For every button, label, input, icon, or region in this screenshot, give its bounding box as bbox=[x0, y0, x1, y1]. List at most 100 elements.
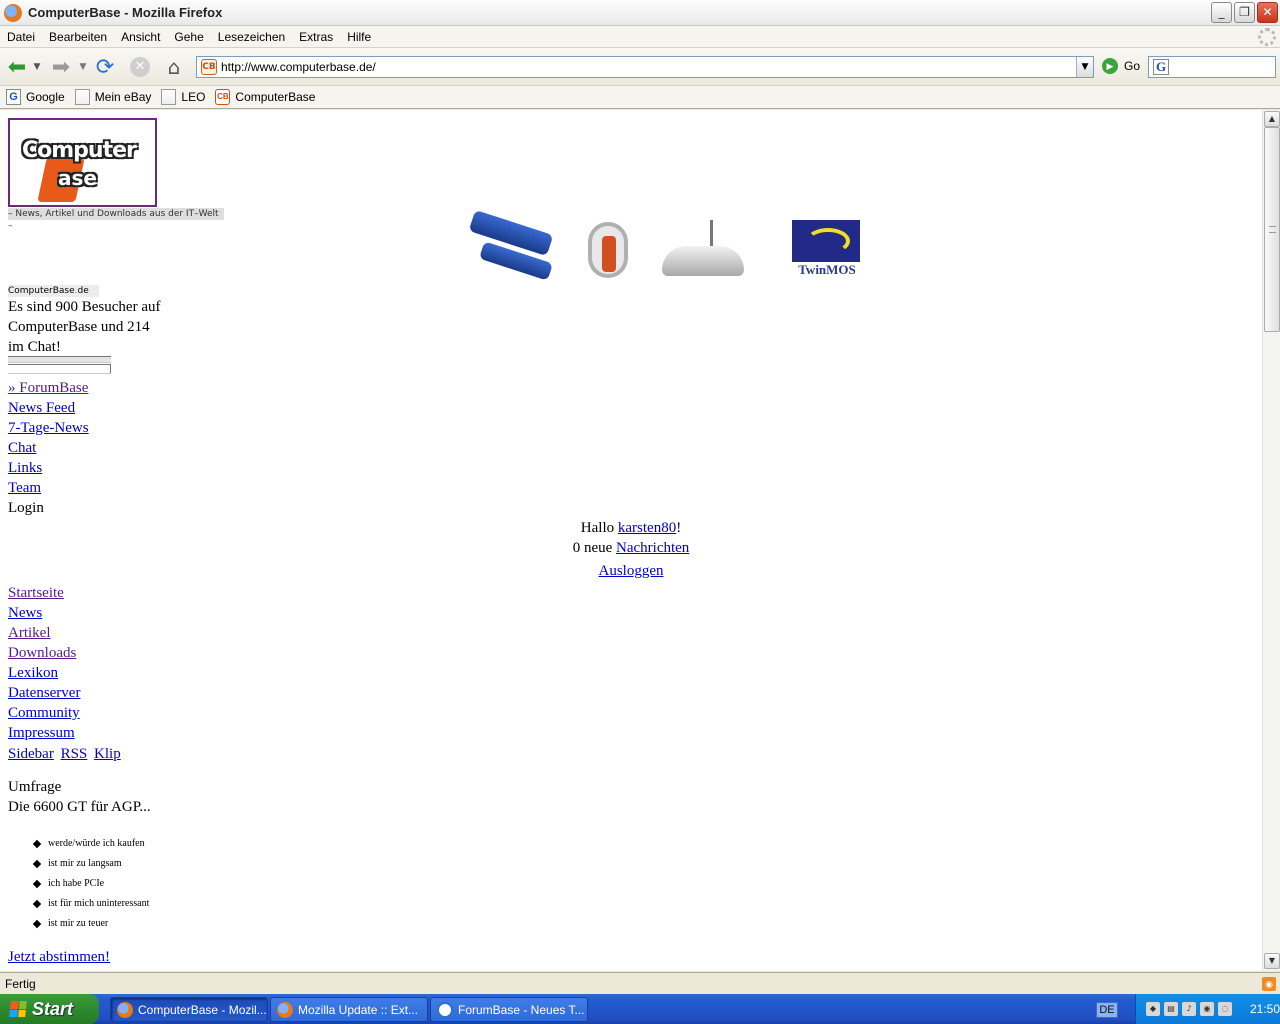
bookmark-label: LEO bbox=[181, 90, 206, 104]
link-news[interactable]: News bbox=[8, 605, 42, 621]
poll-option[interactable]: werde/würde ich kaufen bbox=[32, 834, 149, 854]
link-artikel[interactable]: Artikel bbox=[8, 625, 51, 641]
poll-option[interactable]: ist für mich uninteressant bbox=[32, 894, 149, 914]
task-label: Mozilla Update :: Ext... bbox=[298, 1002, 419, 1017]
small-logo-name: ComputerBase bbox=[8, 286, 75, 296]
link-downloads[interactable]: Downloads bbox=[8, 645, 76, 661]
network-icon[interactable]: ▤ bbox=[1164, 1002, 1178, 1016]
poll-option-label: ist mir zu teuer bbox=[48, 918, 109, 929]
close-button[interactable]: ✕ bbox=[1257, 2, 1278, 23]
link-forumbase[interactable]: » ForumBase bbox=[8, 380, 88, 396]
poll-option[interactable]: ist mir zu teuer bbox=[32, 914, 149, 934]
bookmark-computerbase[interactable]: CB ComputerBase bbox=[215, 89, 315, 105]
twinmos-logo: TwinMOS bbox=[792, 220, 862, 280]
link-7-tage-news[interactable]: 7-Tage-News bbox=[8, 420, 89, 436]
link-sidebar[interactable]: Sidebar bbox=[8, 746, 54, 762]
taskbar-button-computerbase[interactable]: ComputerBase - Mozil... bbox=[110, 997, 268, 1022]
forward-history-dropdown[interactable]: ▼ bbox=[76, 54, 90, 80]
link-rss[interactable]: RSS bbox=[61, 746, 88, 762]
login-label: Login bbox=[8, 500, 44, 516]
stop-button[interactable]: ✕ bbox=[127, 54, 153, 80]
menu-lesezeichen[interactable]: Lesezeichen bbox=[211, 30, 292, 44]
link-startseite[interactable]: Startseite bbox=[8, 585, 64, 601]
google-search-engine-icon[interactable]: G bbox=[1153, 59, 1169, 75]
messages-link[interactable]: Nachrichten bbox=[616, 540, 689, 556]
menu-bar: Datei Bearbeiten Ansicht Gehe Lesezeiche… bbox=[0, 26, 1280, 48]
radio-button[interactable] bbox=[32, 919, 42, 929]
url-history-dropdown[interactable]: ▼ bbox=[1076, 57, 1093, 77]
poll-option[interactable]: ist mir zu langsam bbox=[32, 854, 149, 874]
taskbar-button-mozilla-update[interactable]: Mozilla Update :: Ext... bbox=[270, 997, 428, 1022]
language-indicator[interactable]: DE bbox=[1096, 1002, 1118, 1018]
poll-option[interactable]: ich habe PCIe bbox=[32, 874, 149, 894]
radio-button[interactable] bbox=[32, 859, 42, 869]
menu-bearbeiten[interactable]: Bearbeiten bbox=[42, 30, 114, 44]
start-label: Start bbox=[32, 998, 74, 1019]
link-lexikon[interactable]: Lexikon bbox=[8, 665, 58, 681]
internet-explorer-icon bbox=[437, 1001, 453, 1018]
rss-feed-icon[interactable]: ◉ bbox=[1262, 977, 1276, 991]
link-community[interactable]: Community bbox=[8, 705, 80, 721]
main-navigation: Startseite News Artikel Downloads Lexiko… bbox=[8, 583, 80, 743]
start-button[interactable]: Start bbox=[0, 994, 99, 1024]
radio-button[interactable] bbox=[32, 879, 42, 889]
stop-icon: ✕ bbox=[130, 57, 150, 77]
google-icon: G bbox=[6, 89, 21, 105]
bookmark-mein-ebay[interactable]: Mein eBay bbox=[74, 89, 151, 105]
url-bar[interactable]: CB http://www.computerbase.de/ ▼ bbox=[196, 56, 1094, 78]
forward-button[interactable]: ➡ bbox=[48, 54, 74, 80]
scroll-up-button[interactable]: ▲ bbox=[1264, 111, 1280, 127]
logo-word-computer: Computer bbox=[22, 138, 137, 163]
link-datenserver[interactable]: Datenserver bbox=[8, 685, 80, 701]
username-link[interactable]: karsten80 bbox=[618, 520, 676, 536]
bookmark-leo[interactable]: LEO bbox=[161, 89, 205, 105]
page-icon bbox=[161, 89, 177, 105]
vote-link[interactable]: Jetzt abstimmen! bbox=[8, 949, 110, 965]
security-shield-icon[interactable]: ◆ bbox=[1146, 1002, 1160, 1016]
site-favicon-icon: CB bbox=[201, 59, 217, 75]
volume-icon[interactable]: ♪ bbox=[1182, 1002, 1196, 1016]
taskbar-button-forumbase[interactable]: ForumBase - Neues T... bbox=[430, 997, 588, 1022]
logout-link[interactable]: Ausloggen bbox=[599, 563, 664, 579]
firefox-icon bbox=[277, 1001, 293, 1018]
url-text[interactable]: http://www.computerbase.de/ bbox=[221, 60, 1076, 74]
restore-button[interactable]: ❐ bbox=[1234, 2, 1255, 23]
menu-ansicht[interactable]: Ansicht bbox=[114, 30, 167, 44]
radio-button[interactable] bbox=[32, 899, 42, 909]
back-button[interactable]: ⬅ bbox=[4, 54, 30, 80]
home-button[interactable]: ⌂ bbox=[161, 54, 187, 80]
bookmark-label: ComputerBase bbox=[235, 90, 316, 104]
link-links[interactable]: Links bbox=[8, 460, 42, 476]
menu-hilfe[interactable]: Hilfe bbox=[340, 30, 378, 44]
menu-extras[interactable]: Extras bbox=[292, 30, 340, 44]
menu-datei[interactable]: Datei bbox=[0, 30, 42, 44]
go-button[interactable]: ▶ Go bbox=[1102, 58, 1140, 74]
menu-gehe[interactable]: Gehe bbox=[167, 30, 210, 44]
messages-prefix: 0 neue bbox=[572, 540, 617, 556]
bookmarks-toolbar: G Google Mein eBay LEO CB ComputerBase bbox=[0, 86, 1280, 109]
scroll-thumb[interactable] bbox=[1264, 127, 1280, 332]
link-news-feed[interactable]: News Feed bbox=[8, 400, 75, 416]
antivirus-icon[interactable]: ◉ bbox=[1200, 1002, 1214, 1016]
poll-header: Umfrage Die 6600 GT für AGP... bbox=[8, 777, 151, 817]
vertical-scrollbar[interactable]: ▲ ▼ bbox=[1262, 110, 1280, 971]
search-input[interactable]: G bbox=[1148, 56, 1276, 78]
link-team[interactable]: Team bbox=[8, 480, 41, 496]
back-arrow-icon: ⬅ bbox=[7, 54, 27, 80]
reload-button[interactable]: ⟳ bbox=[92, 54, 118, 80]
link-chat[interactable]: Chat bbox=[8, 440, 36, 456]
link-impressum[interactable]: Impressum bbox=[8, 725, 75, 741]
advertisement-banner[interactable]: TwinMOS bbox=[462, 209, 872, 286]
window-controls: _ ❐ ✕ bbox=[1211, 2, 1278, 23]
scroll-down-button[interactable]: ▼ bbox=[1264, 953, 1280, 969]
firefox-icon bbox=[117, 1001, 133, 1018]
minimize-button[interactable]: _ bbox=[1211, 2, 1232, 23]
radio-button[interactable] bbox=[32, 839, 42, 849]
back-history-dropdown[interactable]: ▼ bbox=[30, 54, 44, 80]
link-klip[interactable]: Klip bbox=[94, 746, 121, 762]
bookmark-google[interactable]: G Google bbox=[6, 89, 65, 105]
clock[interactable]: 21:50 bbox=[1250, 1002, 1280, 1016]
computerbase-logo[interactable]: Computer ase bbox=[8, 118, 157, 207]
computerbase-icon: CB bbox=[215, 89, 231, 105]
mouse-icon[interactable]: ◌ bbox=[1218, 1002, 1232, 1016]
